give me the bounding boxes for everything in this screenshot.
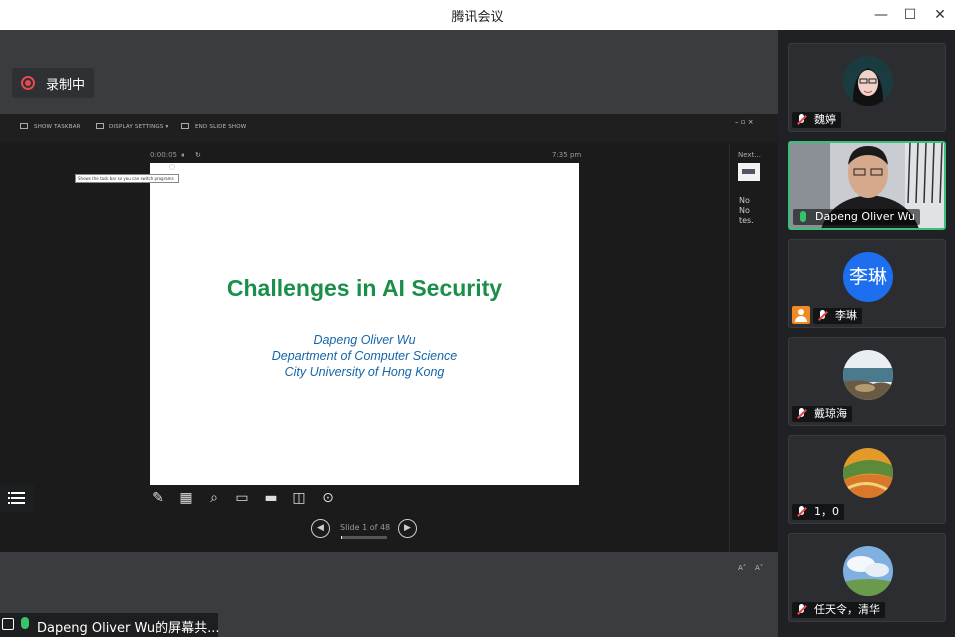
- slide-university: City University of Hong Kong: [284, 365, 445, 379]
- more-options-icon[interactable]: ⊙: [318, 488, 338, 508]
- screen-share-indicator[interactable]: Dapeng Oliver Wu的屏幕共...: [0, 613, 220, 637]
- main-stage: 录制中 SHOW TASKBAR DISPLAY SETTINGS ▾ END …: [0, 30, 778, 637]
- next-slide-icon[interactable]: ▶: [398, 519, 417, 538]
- display-settings-icon: [96, 123, 104, 129]
- list-icon: [8, 492, 10, 494]
- avatar: 李琳: [843, 252, 893, 302]
- participant-name-tag: 任天令，清华: [792, 602, 885, 618]
- participant-tile[interactable]: 戴琼海: [788, 337, 946, 426]
- window-title: 腾讯会议: [451, 10, 504, 25]
- pen-icon[interactable]: ✎: [148, 488, 168, 508]
- participant-gallery: 魏婷 Dapeng Oliver Wu 李琳 李琳 戴琼海 1，0 任天令，清华: [778, 30, 955, 637]
- participant-name-tag: 1，0: [792, 504, 844, 520]
- close-button[interactable]: ✕: [931, 6, 949, 24]
- speaker-notes: No No tes.: [739, 196, 754, 226]
- participant-name-tag: 戴琼海: [792, 406, 852, 422]
- maximize-button[interactable]: ☐: [901, 6, 919, 24]
- next-slide-thumbnail[interactable]: [738, 163, 760, 181]
- participant-name: 1，0: [814, 505, 839, 518]
- recording-label: 录制中: [46, 78, 86, 93]
- list-icon-line: [11, 502, 25, 504]
- mic-on-icon: [800, 211, 806, 222]
- avatar: [843, 350, 893, 400]
- previous-slide-icon[interactable]: ◀: [311, 519, 330, 538]
- presenter-clock: 7:35 pm: [552, 151, 582, 159]
- slide-counter: Slide 1 of 48: [340, 523, 391, 532]
- participant-name-tag: 李琳: [813, 308, 862, 324]
- avatar: [843, 546, 893, 596]
- increase-font-button[interactable]: A˄: [738, 564, 746, 572]
- participant-tile[interactable]: 魏婷: [788, 43, 946, 132]
- slide-progress-bar: [341, 536, 387, 539]
- pause-icon[interactable]: ⏸: [181, 151, 185, 160]
- mic-muted-icon: [818, 310, 828, 322]
- next-slide-panel: Next... No No tes. A˄ A˅: [729, 144, 778, 572]
- notes-line: No: [739, 206, 750, 215]
- avatar: [843, 448, 893, 498]
- show-taskbar-button[interactable]: SHOW TASKBAR: [34, 124, 81, 130]
- notes-line: tes.: [739, 216, 754, 225]
- list-icon-line: [11, 497, 25, 499]
- slide-author: Dapeng Oliver Wu: [313, 333, 416, 347]
- avatar: [843, 56, 893, 106]
- participant-name-tag: Dapeng Oliver Wu: [793, 209, 920, 225]
- minimize-button[interactable]: —: [872, 6, 890, 24]
- list-icon-line: [11, 492, 25, 494]
- taskbar-tooltip: Shows the task bar so you can switch pro…: [75, 174, 179, 183]
- presenter-window-controls[interactable]: – ▫ ×: [735, 118, 754, 126]
- black-screen-icon[interactable]: ▭: [232, 488, 252, 508]
- participant-name: 李琳: [835, 309, 857, 322]
- participant-name: 魏婷: [814, 113, 836, 126]
- camera-icon[interactable]: ◫: [289, 488, 309, 508]
- record-icon: [21, 76, 35, 90]
- current-slide: Challenges in AI Security Dapeng Oliver …: [150, 163, 579, 485]
- participant-tile[interactable]: 李琳 李琳: [788, 239, 946, 328]
- mic-muted-icon: [797, 506, 807, 518]
- participant-name: 任天令，清华: [814, 603, 880, 616]
- participant-name: Dapeng Oliver Wu: [815, 210, 915, 223]
- mic-on-icon: [21, 617, 29, 629]
- shared-screen: SHOW TASKBAR DISPLAY SETTINGS ▾ END SLID…: [0, 114, 778, 572]
- screen-share-label: Dapeng Oliver Wu的屏幕共...: [37, 621, 220, 636]
- zoom-icon[interactable]: ⌕: [204, 488, 224, 508]
- decrease-font-button[interactable]: A˅: [755, 564, 763, 572]
- end-slide-show-button[interactable]: END SLIDE SHOW: [195, 124, 246, 130]
- mouse-cursor-icon: [169, 164, 175, 170]
- next-label: Next...: [738, 151, 761, 159]
- member-list-button[interactable]: [0, 484, 34, 512]
- notes-line: No: [739, 196, 750, 205]
- reset-timer-icon[interactable]: ↻: [195, 151, 201, 159]
- subtitles-icon[interactable]: ▬: [261, 488, 281, 508]
- list-icon-dot: [8, 497, 10, 499]
- see-all-slides-icon[interactable]: ▦: [176, 488, 196, 508]
- title-bar: 腾讯会议 — ☐ ✕: [0, 0, 955, 30]
- host-icon: [792, 306, 810, 324]
- slide-title: Challenges in AI Security: [226, 275, 503, 301]
- display-settings-button[interactable]: DISPLAY SETTINGS ▾: [109, 124, 169, 130]
- end-show-icon: [181, 123, 189, 129]
- mic-muted-icon: [797, 114, 807, 126]
- mic-muted-icon: [797, 604, 807, 616]
- participant-name-tag: 魏婷: [792, 112, 841, 128]
- participant-tile-active-speaker[interactable]: Dapeng Oliver Wu: [788, 141, 946, 230]
- recording-indicator[interactable]: 录制中: [12, 68, 94, 98]
- participant-tile[interactable]: 任天令，清华: [788, 533, 946, 622]
- taskbar-icon: [20, 123, 28, 129]
- slide-department: Department of Computer Science: [271, 349, 458, 363]
- presenter-timer: 0:00:05: [150, 151, 177, 159]
- slide-navigation: ◀ Slide 1 of 48 ▶: [311, 519, 421, 539]
- mic-muted-icon: [797, 408, 807, 420]
- list-icon-dot: [8, 502, 10, 504]
- presenter-toolbar: SHOW TASKBAR DISPLAY SETTINGS ▾ END SLID…: [0, 114, 778, 142]
- participant-tile[interactable]: 1，0: [788, 435, 946, 524]
- slide-progress-fill: [341, 536, 342, 539]
- participant-name: 戴琼海: [814, 407, 847, 420]
- screen-share-icon: [2, 618, 14, 630]
